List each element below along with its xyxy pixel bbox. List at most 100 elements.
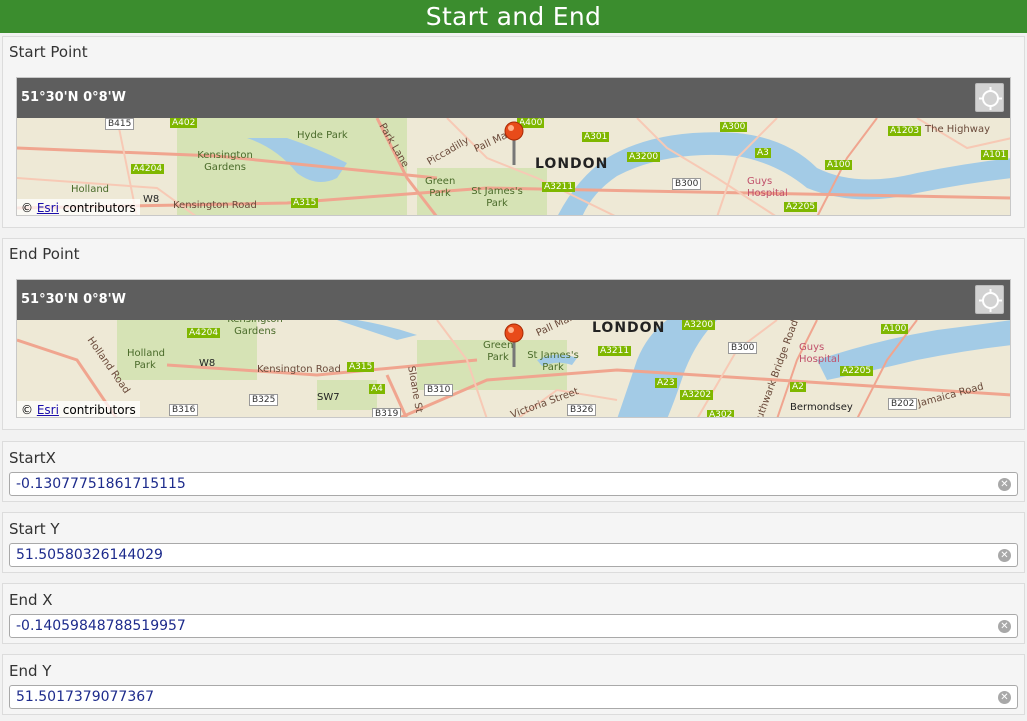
start-point-map[interactable]: 51°30'N 0°8'W LONDON Hyde Park Kensingto… xyxy=(16,77,1011,216)
map-label: Jamaica Road xyxy=(916,381,985,410)
esri-link[interactable]: Esri xyxy=(37,201,59,215)
start-point-label: Start Point xyxy=(9,43,88,61)
road-badge: A101 xyxy=(981,150,1009,160)
map-label: Holland Park xyxy=(127,348,166,371)
start-x-card: StartX -0.13077751861715115 ✕ xyxy=(2,441,1025,502)
map-label-london: LONDON xyxy=(592,320,666,336)
page-header: Start and End xyxy=(0,0,1027,33)
road-badge: B310 xyxy=(424,384,454,396)
clear-x-icon[interactable]: ✕ xyxy=(998,549,1011,562)
attribution-prefix: © xyxy=(21,403,33,417)
map-label: Kensington Gardens xyxy=(197,150,253,173)
map-label: Kensington Road xyxy=(257,364,341,375)
attribution-prefix: © xyxy=(21,201,33,215)
road-badge: B300 xyxy=(672,178,702,190)
end-x-label: End X xyxy=(9,591,53,609)
start-map-canvas[interactable]: LONDON Hyde Park Kensington Gardens Gree… xyxy=(17,118,1010,215)
road-badge: A3211 xyxy=(542,182,576,192)
map-label: Bermondsey xyxy=(790,402,853,413)
page-title: Start and End xyxy=(425,2,602,31)
map-pin-icon[interactable] xyxy=(503,120,525,168)
map-label: The Highway xyxy=(925,124,990,135)
road-badge: A100 xyxy=(825,160,853,170)
road-badge: A300 xyxy=(720,122,748,132)
start-point-card: Start Point 51°30'N 0°8'W LONDON Hyde Pa… xyxy=(2,36,1025,228)
end-map-canvas[interactable]: LONDON Kensington Gardens Holland Park H… xyxy=(17,320,1010,418)
start-locate-button[interactable] xyxy=(975,83,1004,112)
road-badge: A302 xyxy=(707,410,735,418)
end-coordinate-bar: 51°30'N 0°8'W xyxy=(17,280,1010,320)
map-pin-icon[interactable] xyxy=(503,322,525,370)
map-label: Guys Hospital xyxy=(747,176,788,199)
road-badge: A4204 xyxy=(131,164,165,174)
end-y-label: End Y xyxy=(9,662,52,680)
road-badge: A4 xyxy=(369,384,385,394)
map-label: Park Lane xyxy=(376,121,411,170)
end-x-input[interactable]: -0.14059848788519957 ✕ xyxy=(9,614,1018,638)
map-label: W8 xyxy=(143,194,160,205)
road-badge: A315 xyxy=(347,362,375,372)
road-badge: A23 xyxy=(655,378,677,388)
start-y-input[interactable]: 51.50580326144029 ✕ xyxy=(9,543,1018,567)
attribution-suffix: contributors xyxy=(62,201,136,215)
road-badge: A3 xyxy=(755,148,771,158)
road-badge: A3200 xyxy=(682,320,716,330)
end-x-card: End X -0.14059848788519957 ✕ xyxy=(2,583,1025,644)
start-y-label: Start Y xyxy=(9,520,60,538)
end-coordinate-readout: 51°30'N 0°8'W xyxy=(21,292,126,307)
map-label: St James's Park xyxy=(527,350,579,373)
clear-x-icon[interactable]: ✕ xyxy=(998,691,1011,704)
map-label: SW7 xyxy=(317,392,340,403)
road-badge: B415 xyxy=(105,118,135,130)
map-label: Piccadilly xyxy=(425,135,471,168)
start-y-card: Start Y 51.50580326144029 ✕ xyxy=(2,512,1025,573)
esri-link[interactable]: Esri xyxy=(37,403,59,417)
start-map-attribution: © Esri contributors xyxy=(17,199,140,215)
map-label: Holland Road xyxy=(84,335,132,396)
end-point-label: End Point xyxy=(9,245,80,263)
map-label: Green Park xyxy=(425,176,456,199)
map-label: Sloane St xyxy=(405,365,425,414)
end-point-card: End Point 51°30'N 0°8'W LONDON Gardens H… xyxy=(2,238,1025,430)
road-badge: A2 xyxy=(790,382,806,392)
map-label: Pall Mall xyxy=(534,320,577,340)
road-badge: B319 xyxy=(372,408,402,417)
road-badge: A100 xyxy=(881,324,909,334)
clear-x-icon[interactable]: ✕ xyxy=(998,478,1011,491)
end-y-value: 51.5017379077367 xyxy=(16,689,155,705)
crosshair-locate-icon xyxy=(979,289,1002,312)
road-badge: A315 xyxy=(291,198,319,208)
road-badge: A301 xyxy=(582,132,610,142)
road-badge: A2205 xyxy=(840,366,874,376)
start-x-value: -0.13077751861715115 xyxy=(16,476,186,492)
map-label-london: LONDON xyxy=(535,156,609,172)
road-badge: A3202 xyxy=(680,390,714,400)
map-label: Kensington Road xyxy=(173,200,257,211)
start-coordinate-bar: 51°30'N 0°8'W xyxy=(17,78,1010,118)
end-y-input[interactable]: 51.5017379077367 ✕ xyxy=(9,685,1018,709)
map-label: St James's Park xyxy=(471,186,523,209)
map-label: W8 xyxy=(199,358,216,369)
road-badge: A402 xyxy=(170,118,198,128)
start-x-input[interactable]: -0.13077751861715115 ✕ xyxy=(9,472,1018,496)
end-y-card: End Y 51.5017379077367 ✕ xyxy=(2,654,1025,715)
start-y-value: 51.50580326144029 xyxy=(16,547,163,563)
road-badge: A3211 xyxy=(598,346,632,356)
start-coordinate-readout: 51°30'N 0°8'W xyxy=(21,90,126,105)
road-badge: A1203 xyxy=(888,126,922,136)
end-locate-button[interactable] xyxy=(975,285,1004,314)
end-point-map[interactable]: 51°30'N 0°8'W LONDON Gardens Holland Par… xyxy=(16,279,1011,418)
attribution-suffix: contributors xyxy=(62,403,136,417)
start-x-label: StartX xyxy=(9,449,56,467)
road-badge: B202 xyxy=(888,398,918,410)
road-badge: A3200 xyxy=(627,152,661,162)
road-badge: B316 xyxy=(169,404,199,416)
road-badge: B300 xyxy=(728,342,758,354)
end-map-attribution: © Esri contributors xyxy=(17,401,140,417)
map-label: Kensington Gardens xyxy=(227,320,283,337)
end-x-value: -0.14059848788519957 xyxy=(16,618,186,634)
map-label: Holland xyxy=(71,184,110,195)
road-badge: B325 xyxy=(249,394,279,406)
clear-x-icon[interactable]: ✕ xyxy=(998,620,1011,633)
road-badge: B326 xyxy=(567,404,597,416)
